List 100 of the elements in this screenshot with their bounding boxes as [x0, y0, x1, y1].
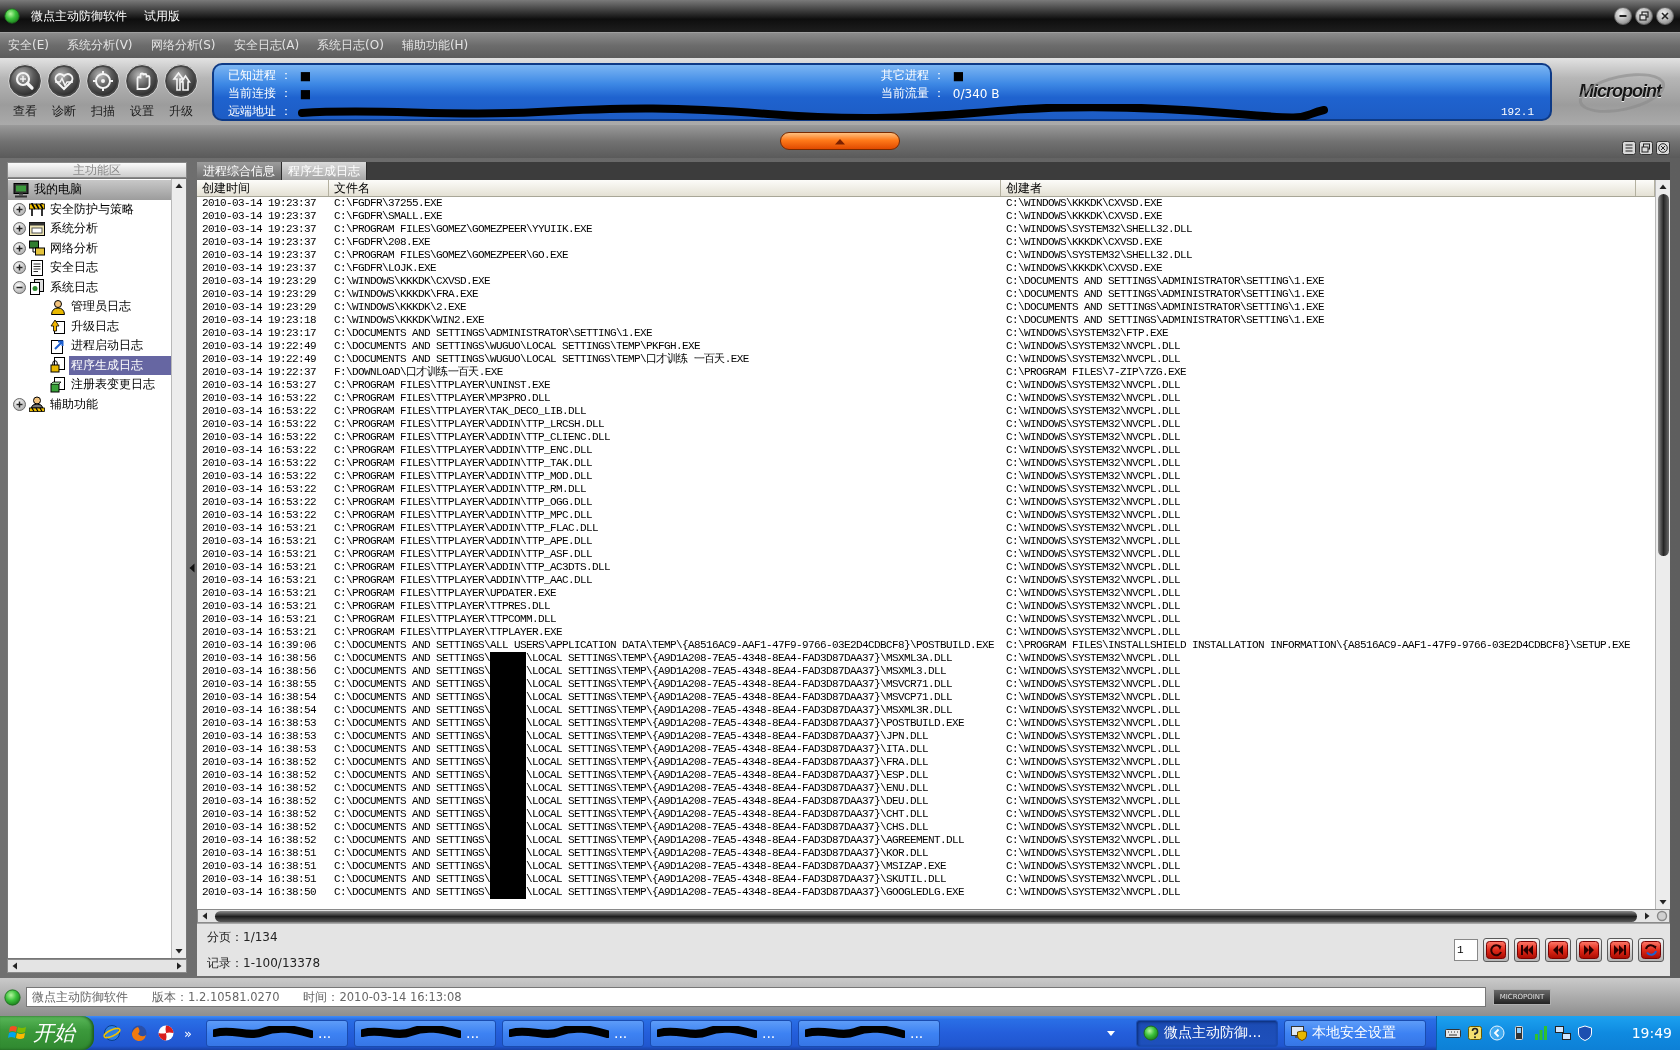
plus-icon[interactable]	[13, 261, 26, 275]
scrollbar-thumb[interactable]	[215, 910, 1637, 922]
table-cell: 2010-03-14 16:53:21	[202, 626, 317, 639]
table-cell: 2010-03-14 19:23:29	[202, 301, 317, 314]
table-cell: C:\DOCUMENTS AND SETTINGS\ADMINISTRATOR\SETTING\1.EXE	[1006, 288, 1325, 301]
menu-item[interactable]: 系统分析(V)	[62, 35, 137, 56]
plus-icon[interactable]	[13, 222, 26, 236]
menu-item[interactable]: 辅助功能(H)	[397, 35, 473, 56]
person-icon	[50, 298, 66, 315]
table-cell: C:\WINDOWS\SYSTEM32\NVCPL.DLL	[1006, 886, 1181, 899]
close-button[interactable]	[1656, 7, 1674, 25]
page-input[interactable]: 1	[1454, 939, 1478, 961]
taskbar-button[interactable]: ...	[205, 1019, 348, 1047]
table-cell: C:\WINDOWS\SYSTEM32\NVCPL.DLL	[1006, 379, 1181, 392]
stat-value: ■	[299, 68, 312, 83]
shield-icon[interactable]	[1577, 1025, 1593, 1041]
taskbar-button[interactable]: ...	[501, 1019, 644, 1047]
taskbar-button[interactable]: ...	[797, 1019, 940, 1047]
network-icon[interactable]	[1555, 1025, 1571, 1041]
horizontal-scrollbar[interactable]	[197, 909, 1670, 923]
taskbar-button[interactable]: 本地安全设置	[1284, 1019, 1426, 1047]
table-cell: 2010-03-14 16:53:22	[202, 444, 317, 457]
tree-item[interactable]: 升级日志	[69, 316, 121, 336]
pager-button[interactable]	[1545, 938, 1571, 962]
table-cell: C:\DOCUMENTS AND SETTINGS\	[334, 678, 491, 691]
menu-item[interactable]: 安全日志(A)	[229, 35, 304, 56]
start-button[interactable]: 开始	[0, 1016, 94, 1050]
vertical-scrollbar[interactable]	[171, 179, 186, 958]
fast-forward-icon	[1579, 941, 1599, 959]
menu-item[interactable]: 网络分析(S)	[146, 35, 220, 56]
horizontal-scrollbar[interactable]	[7, 959, 187, 973]
table-cell: 2010-03-14 16:53:21	[202, 587, 317, 600]
close-icon	[1660, 11, 1670, 21]
tree-item[interactable]: 安全日志	[48, 258, 100, 278]
person-icon	[29, 396, 45, 413]
pager-button[interactable]	[1576, 938, 1602, 962]
tree-item[interactable]: 程序生成日志	[69, 355, 171, 375]
toolbar-button[interactable]: 设置	[123, 63, 161, 120]
column-header[interactable]: 文件名	[329, 180, 1001, 196]
redaction-mark	[490, 886, 527, 899]
taskbar-button[interactable]: 微点主动防御...	[1136, 1019, 1278, 1047]
table-cell: C:\WINDOWS\SYSTEM32\NVCPL.DLL	[1006, 691, 1181, 704]
table-cell: C:\WINDOWS\KKKDK\FRA.EXE	[334, 288, 479, 301]
table-cell: 2010-03-14 16:38:56	[202, 665, 317, 678]
toolbar-button[interactable]: 诊断	[45, 63, 83, 120]
menu-item[interactable]: 系统日志(O)	[313, 35, 388, 56]
column-header[interactable]: 创建者	[1001, 180, 1636, 196]
left-triangle-icon[interactable]	[189, 563, 195, 573]
status-text: 微点主动防御软件	[32, 989, 128, 1005]
close-icon[interactable]	[1656, 141, 1670, 155]
tree-item[interactable]: 系统分析	[48, 219, 100, 239]
tab[interactable]: 进程综合信息	[197, 162, 282, 180]
tree-item[interactable]: 注册表变更日志	[69, 375, 157, 395]
stat-value: 0/340 B	[952, 86, 1000, 101]
table-cell: C:\PROGRAM FILES\TTPLAYER\ADDIN\TTP_LRCSH.DLL	[334, 418, 605, 431]
table-cell: C:\DOCUMENTS AND SETTINGS\	[334, 652, 491, 665]
tree-item[interactable]: 进程启动日志	[69, 336, 145, 356]
more-chevron[interactable]: »	[184, 1025, 192, 1041]
pager-button[interactable]	[1514, 938, 1540, 962]
pager-button[interactable]	[1638, 938, 1664, 962]
chevron-icon[interactable]	[1489, 1025, 1505, 1041]
plus-icon[interactable]	[13, 397, 26, 411]
table-cell: 2010-03-14 16:38:56	[202, 652, 317, 665]
record-count: 记录：1-100/13378	[207, 954, 321, 972]
pager-button[interactable]	[1483, 938, 1509, 962]
table-cell: C:\DOCUMENTS AND SETTINGS\ADMINISTRATOR\SETTING\1.EXE	[1006, 314, 1325, 327]
taskbar-button[interactable]: ...	[649, 1019, 792, 1047]
menu-item[interactable]: 安全(E)	[4, 35, 53, 56]
fox-globe-icon[interactable]	[130, 1024, 148, 1042]
toolbar-button[interactable]: 查看	[6, 63, 44, 120]
plus-icon[interactable]	[13, 202, 26, 216]
toolbar-button[interactable]: 升级	[162, 63, 200, 120]
network-icon	[29, 240, 45, 257]
column-header[interactable]: 创建时间	[197, 180, 329, 196]
help-icon[interactable]	[1467, 1025, 1483, 1041]
table-cell: C:\WINDOWS\SYSTEM32\NVCPL.DLL	[1006, 587, 1181, 600]
table-cell: 2010-03-14 16:53:21	[202, 600, 317, 613]
table-cell: C:\WINDOWS\SYSTEM32\NVCPL.DLL	[1006, 574, 1181, 587]
minimize-button[interactable]	[1614, 7, 1632, 25]
table-cell: C:\WINDOWS\SYSTEM32\NVCPL.DLL	[1006, 561, 1181, 574]
table-cell: C:\WINDOWS\SYSTEM32\NVCPL.DLL	[1006, 769, 1181, 782]
restore-button[interactable]	[1635, 7, 1653, 25]
plus-icon[interactable]	[13, 241, 26, 255]
table-cell: C:\WINDOWS\SYSTEM32\SHELL32.DLL	[1006, 249, 1193, 262]
collapse-button[interactable]	[780, 132, 900, 150]
toolbar-button[interactable]: 扫描	[84, 63, 122, 120]
swirl-icon[interactable]	[157, 1024, 175, 1042]
globe-icon[interactable]	[103, 1024, 121, 1042]
tree-item[interactable]: 管理员日志	[69, 297, 133, 317]
tree-item[interactable]: 网络分析	[48, 238, 100, 258]
windows-icon[interactable]	[1639, 141, 1653, 155]
tree-item[interactable]: 辅助功能	[48, 394, 100, 414]
list-view-icon[interactable]	[1622, 141, 1636, 155]
tree-item[interactable]: 安全防护与策略	[48, 199, 136, 219]
tree-item[interactable]: 系统日志	[48, 277, 100, 297]
scrollbar-thumb[interactable]	[1657, 194, 1669, 556]
minus-icon[interactable]	[13, 280, 26, 294]
taskbar-button[interactable]: ...	[353, 1019, 496, 1047]
vertical-scrollbar[interactable]	[1655, 180, 1670, 909]
pager-button[interactable]	[1607, 938, 1633, 962]
